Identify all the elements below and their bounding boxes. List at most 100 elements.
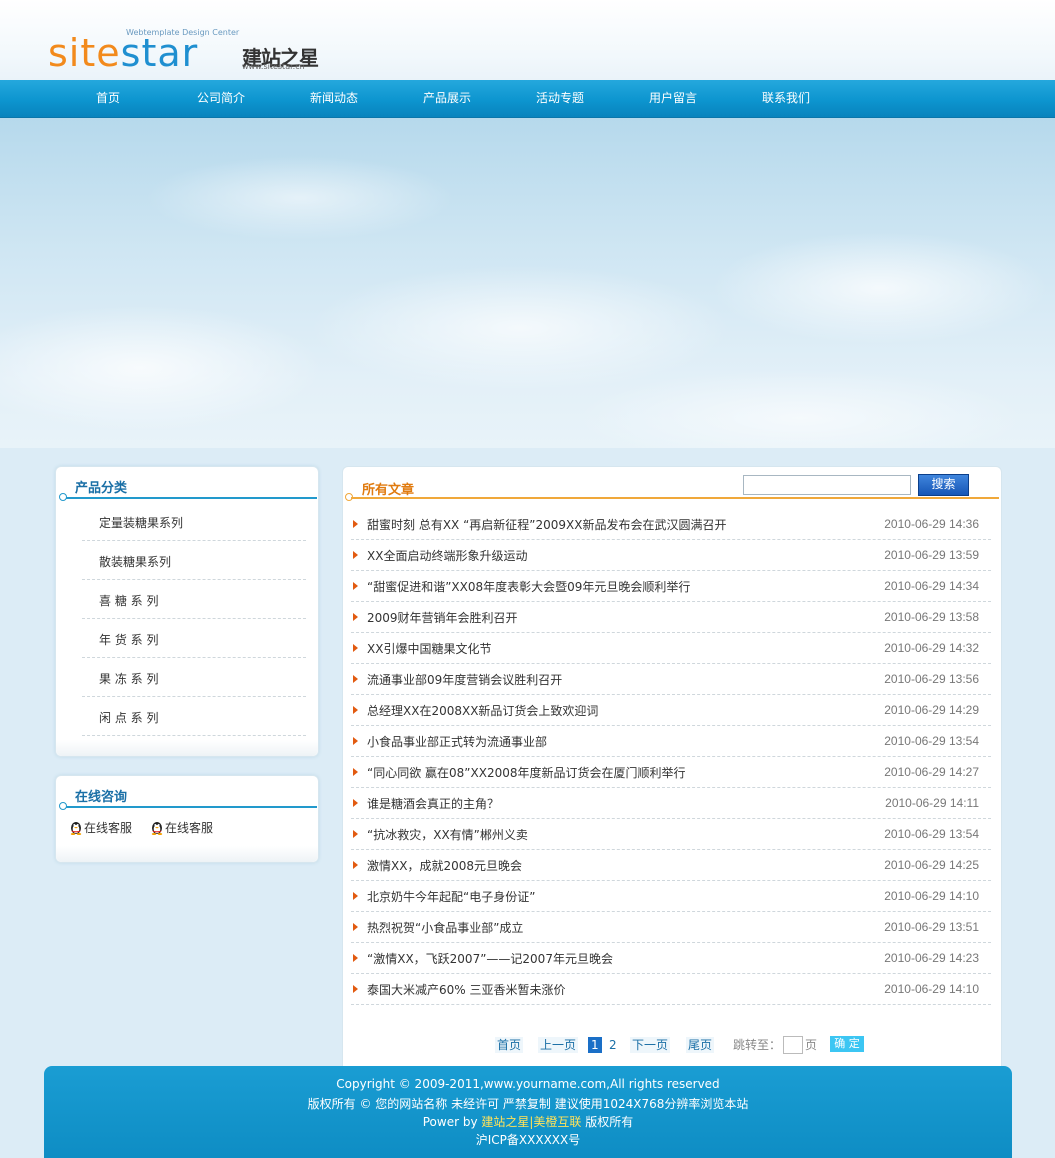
article-title[interactable]: XX引爆中国糖果文化节 [367, 640, 491, 657]
article-row[interactable]: XX引爆中国糖果文化节 2010-06-29 14:32 [351, 633, 991, 664]
article-title[interactable]: 谁是糖酒会真正的主角？ [367, 795, 499, 812]
article-date: 2010-06-29 14:27 [884, 765, 979, 779]
nav-item-guestbook[interactable]: 用户留言 [649, 80, 697, 117]
qq-service-link[interactable]: 在线客服 [69, 819, 132, 837]
main-nav: 首页 公司简介 新闻动态 产品展示 活动专题 用户留言 联系我们 [0, 80, 1055, 118]
bullet-arrow-icon [353, 675, 358, 683]
header: Webtemplate Design Center sitestar 建站之星 … [0, 0, 1055, 80]
qq-service-label: 在线客服 [165, 821, 214, 835]
online-consult-panel: 在线咨询 在线客服 在线客服 [55, 775, 319, 863]
search-input[interactable] [743, 475, 911, 495]
article-date: 2010-06-29 14:23 [884, 951, 979, 965]
qq-service-label: 在线客服 [84, 821, 133, 835]
category-label: 年 货 系 列 [99, 633, 159, 647]
article-date: 2010-06-29 13:54 [884, 734, 979, 748]
article-title[interactable]: 总经理XX在2008XX新品订货会上致欢迎词 [367, 702, 598, 719]
article-row[interactable]: “抗冰救灾，XX有情”郴州义卖 2010-06-29 13:54 [351, 819, 991, 850]
article-list-panel: 所有文章 搜索 甜蜜时刻 总有XX “再启新征程”2009XX新品发布会在武汉圆… [342, 466, 1002, 1078]
article-row[interactable]: 谁是糖酒会真正的主角？ 2010-06-29 14:11 [351, 788, 991, 819]
category-item[interactable]: 果 冻 系 列 [82, 658, 306, 697]
article-row[interactable]: “甜蜜促进和谐”XX08年度表彰大会暨09年元旦晚会顺利举行 2010-06-29… [351, 571, 991, 602]
category-item[interactable]: 闲 点 系 列 [82, 697, 306, 736]
bullet-arrow-icon [353, 954, 358, 962]
article-title[interactable]: “激情XX，飞跃2007”——记2007年元旦晚会 [367, 950, 613, 967]
article-row[interactable]: 2009财年营销年会胜利召开 2010-06-29 13:58 [351, 602, 991, 633]
pager-first[interactable]: 首页 [495, 1037, 524, 1053]
pager-prev[interactable]: 上一页 [538, 1037, 579, 1053]
article-title[interactable]: 北京奶牛今年起配“电子身份证” [367, 888, 535, 905]
article-date: 2010-06-29 14:10 [884, 889, 979, 903]
power-link[interactable]: 建站之星|美橙互联 [481, 1115, 581, 1129]
pager-page-2[interactable]: 2 [609, 1037, 617, 1053]
footer-copyright: Copyright © 2009-2011,www.yourname.com,A… [336, 1077, 720, 1091]
category-panel-title: 产品分类 [75, 481, 128, 496]
category-item[interactable]: 定量装糖果系列 [82, 502, 306, 541]
bullet-arrow-icon [353, 830, 358, 838]
nav-item-events[interactable]: 活动专题 [536, 80, 584, 117]
bullet-arrow-icon [353, 644, 358, 652]
article-row[interactable]: 流通事业部09年度营销会议胜利召开 2010-06-29 13:56 [351, 664, 991, 695]
consult-panel-title: 在线咨询 [75, 790, 128, 805]
power-prefix: Power by [422, 1115, 482, 1129]
article-date: 2010-06-29 13:51 [884, 920, 979, 934]
qq-penguin-icon [69, 819, 83, 835]
pager-next[interactable]: 下一页 [630, 1037, 671, 1053]
nav-item-contact[interactable]: 联系我们 [762, 80, 810, 117]
article-row[interactable]: 甜蜜时刻 总有XX “再启新征程”2009XX新品发布会在武汉圆满召开 2010-… [351, 509, 991, 540]
bullet-arrow-icon [353, 520, 358, 528]
article-title[interactable]: 热烈祝贺“小食品事业部”成立 [367, 919, 523, 936]
nav-item-about[interactable]: 公司简介 [197, 80, 245, 117]
article-row[interactable]: 热烈祝贺“小食品事业部”成立 2010-06-29 13:51 [351, 912, 991, 943]
article-row[interactable]: 小食品事业部正式转为流通事业部 2010-06-29 13:54 [351, 726, 991, 757]
pager-page-1[interactable]: 1 [588, 1037, 602, 1053]
article-date: 2010-06-29 13:54 [884, 827, 979, 841]
pager-jump-input[interactable] [783, 1036, 803, 1054]
article-date: 2010-06-29 14:34 [884, 579, 979, 593]
article-title[interactable]: “抗冰救灾，XX有情”郴州义卖 [367, 826, 528, 843]
bullet-arrow-icon [353, 892, 358, 900]
article-row[interactable]: “激情XX，飞跃2007”——记2007年元旦晚会 2010-06-29 14:2… [351, 943, 991, 974]
article-row[interactable]: 泰国大米减产60% 三亚香米暂未涨价 2010-06-29 14:10 [351, 974, 991, 1005]
article-date: 2010-06-29 13:56 [884, 672, 979, 686]
article-row[interactable]: 北京奶牛今年起配“电子身份证” 2010-06-29 14:10 [351, 881, 991, 912]
article-title[interactable]: 小食品事业部正式转为流通事业部 [367, 733, 547, 750]
nav-item-home[interactable]: 首页 [96, 80, 120, 117]
article-title[interactable]: 流通事业部09年度营销会议胜利召开 [367, 671, 562, 688]
article-date: 2010-06-29 14:25 [884, 858, 979, 872]
footer-icp: 沪ICP备XXXXXX号 [475, 1133, 581, 1147]
pager-page-unit: 页 [805, 1038, 818, 1052]
search-button[interactable]: 搜索 [918, 474, 969, 496]
title-divider [66, 497, 317, 499]
bullet-arrow-icon [353, 737, 358, 745]
article-title[interactable]: 2009财年营销年会胜利召开 [367, 609, 518, 626]
pager-last[interactable]: 尾页 [686, 1037, 715, 1053]
article-row[interactable]: 总经理XX在2008XX新品订货会上致欢迎词 2010-06-29 14:29 [351, 695, 991, 726]
article-title[interactable]: 泰国大米减产60% 三亚香米暂未涨价 [367, 981, 566, 998]
pager-jump-label: 跳转至： [733, 1038, 782, 1052]
category-label: 果 冻 系 列 [99, 672, 159, 686]
article-title[interactable]: “同心同欲 赢在08”XX2008年度新品订货会在厦门顺利举行 [367, 764, 686, 781]
pager-go-button[interactable]: 确 定 [830, 1036, 864, 1052]
article-row[interactable]: “同心同欲 赢在08”XX2008年度新品订货会在厦门顺利举行 2010-06-2… [351, 757, 991, 788]
panel-bottom [56, 740, 318, 756]
qq-service-link[interactable]: 在线客服 [150, 819, 213, 837]
nav-item-products[interactable]: 产品展示 [423, 80, 471, 117]
footer: Copyright © 2009-2011,www.yourname.com,A… [44, 1066, 1012, 1158]
article-row[interactable]: XX全面启动终端形象升级运动 2010-06-29 13:59 [351, 540, 991, 571]
article-date: 2010-06-29 14:32 [884, 641, 979, 655]
bullet-arrow-icon [353, 551, 358, 559]
title-divider [66, 806, 317, 808]
article-row[interactable]: 激情XX，成就2008元旦晚会 2010-06-29 14:25 [351, 850, 991, 881]
category-item[interactable]: 喜 糖 系 列 [82, 580, 306, 619]
bullet-arrow-icon [353, 613, 358, 621]
nav-item-news[interactable]: 新闻动态 [310, 80, 358, 117]
article-title[interactable]: XX全面启动终端形象升级运动 [367, 547, 527, 564]
article-title[interactable]: 甜蜜时刻 总有XX “再启新征程”2009XX新品发布会在武汉圆满召开 [367, 516, 727, 533]
category-item[interactable]: 年 货 系 列 [82, 619, 306, 658]
panel-bottom [56, 846, 318, 862]
category-item[interactable]: 散装糖果系列 [82, 541, 306, 580]
article-title[interactable]: 激情XX，成就2008元旦晚会 [367, 857, 522, 874]
title-divider [351, 497, 999, 499]
article-title[interactable]: “甜蜜促进和谐”XX08年度表彰大会暨09年元旦晚会顺利举行 [367, 578, 690, 595]
bullet-arrow-icon [353, 706, 358, 714]
